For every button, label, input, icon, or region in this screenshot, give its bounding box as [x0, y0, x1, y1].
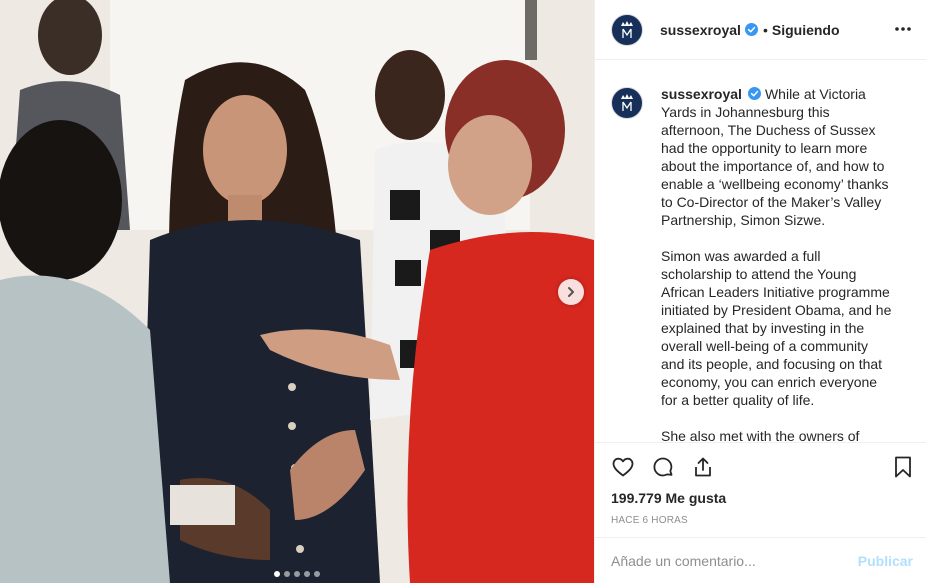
- carousel-dot: [304, 571, 310, 577]
- carousel-dot: [294, 571, 300, 577]
- header-username[interactable]: sussexroyal: [660, 22, 741, 38]
- caption-paragraph: She also met with the owners of: [661, 428, 860, 442]
- publish-button[interactable]: Publicar: [858, 553, 913, 569]
- like-count[interactable]: 199.779 Me gusta: [611, 490, 726, 506]
- comment-bubble-icon[interactable]: [651, 455, 675, 479]
- post-photo[interactable]: [0, 0, 594, 583]
- chevron-right-icon: [568, 287, 574, 297]
- verified-badge-icon: [747, 87, 761, 100]
- caption-paragraph: sussexroyal While at Victoria Yards in Jo…: [661, 85, 893, 229]
- caption-username[interactable]: sussexroyal: [661, 86, 742, 102]
- following-button[interactable]: Siguiendo: [772, 22, 840, 38]
- post-image: [0, 0, 594, 583]
- share-icon[interactable]: [691, 455, 715, 479]
- avatar[interactable]: [611, 13, 643, 46]
- bookmark-icon[interactable]: [891, 455, 915, 479]
- post-caption: sussexroyal While at Victoria Yards in Jo…: [661, 85, 893, 442]
- royal-monogram-icon: [621, 20, 633, 38]
- carousel-next-button[interactable]: [558, 279, 584, 305]
- comment-form: Publicar: [595, 537, 926, 583]
- verified-badge-icon: [744, 23, 758, 36]
- comment-input[interactable]: [611, 552, 858, 569]
- carousel-dot: [314, 571, 320, 577]
- separator-dot: •: [762, 21, 768, 38]
- post-timestamp[interactable]: HACE 6 HORAS: [611, 515, 688, 526]
- caption-scroll-area[interactable]: sussexroyal While at Victoria Yards in Jo…: [595, 61, 926, 442]
- caption-avatar[interactable]: [611, 87, 643, 119]
- caption-paragraph: Simon was awarded a full scholarship to …: [661, 248, 892, 408]
- carousel-indicator: [0, 571, 594, 577]
- post-header: sussexroyal • Siguiendo: [595, 0, 926, 60]
- carousel-dot-active: [274, 571, 280, 577]
- heart-icon[interactable]: [611, 455, 635, 479]
- carousel-dot: [284, 571, 290, 577]
- caption-text: While at Victoria Yards in Johannesburg …: [661, 86, 889, 228]
- more-options-icon[interactable]: [893, 19, 913, 39]
- royal-monogram-icon: [621, 94, 633, 111]
- post-sidebar: sussexroyal • Siguiendo sussexroyal While…: [594, 0, 926, 583]
- post-actions: 199.779 Me gusta HACE 6 HORAS: [595, 442, 926, 537]
